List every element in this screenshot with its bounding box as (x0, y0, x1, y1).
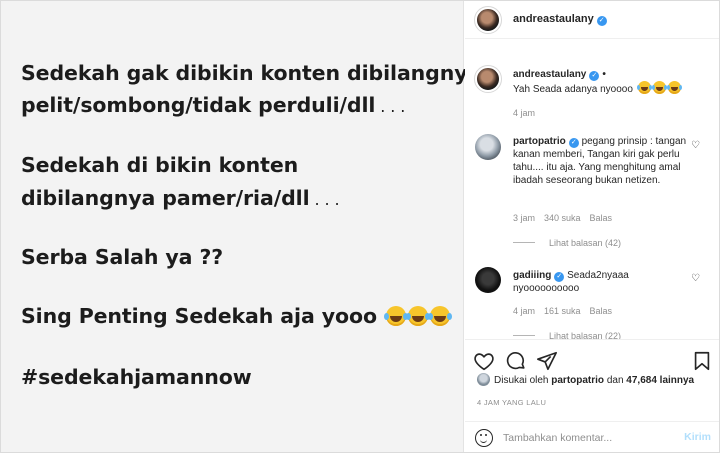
comment-meta: 4 jam 161 suka Balas (513, 306, 621, 316)
laughing-emoji-icon (636, 81, 651, 94)
comment-icon[interactable] (505, 350, 527, 372)
likes-count[interactable]: 47,684 lainnya (626, 375, 694, 386)
commenter-avatar[interactable] (475, 267, 501, 293)
share-icon[interactable] (536, 350, 558, 372)
view-replies-button[interactable]: Lihat balasan (22) (513, 331, 621, 339)
liker-username[interactable]: partopatrio (551, 375, 604, 386)
comment-body: partopatrio ✓ pegang prinsip : tangan kan… (513, 135, 693, 187)
post-image: Sedekah gak dibikin konten dibilangnya p… (1, 1, 481, 452)
reply-button[interactable]: Balas (590, 306, 613, 316)
reply-button[interactable]: Balas (590, 213, 613, 223)
comment-likes[interactable]: 340 suka (544, 213, 581, 223)
author-avatar[interactable] (474, 6, 502, 34)
comment-input[interactable] (503, 430, 673, 446)
post-text-line-1: Sedekah gak dibikin konten dibilangnya (21, 61, 482, 85)
post-text-line-6: Sing Penting Sedekah aja yooo (21, 304, 450, 328)
post-sidebar: andreastaulany ✓ andreastaulany ✓ • Yah Sea… (465, 1, 719, 452)
laughing-emoji-icon (666, 81, 681, 94)
caption-text: Yah Seada adanya nyoooo (513, 84, 633, 95)
laughing-emoji-icon (406, 306, 428, 326)
caption-time: 4 jam (513, 108, 536, 118)
laughing-emoji-icon (384, 306, 406, 326)
verified-badge-icon: ✓ (596, 16, 607, 26)
comment-like-heart-icon[interactable]: ♡ (691, 140, 700, 151)
comment-meta: 3 jam 340 suka Balas (513, 213, 621, 223)
caption: andreastaulany ✓ • Yah Seada adanya nyoooo (513, 68, 703, 96)
bookmark-icon[interactable] (691, 350, 713, 372)
caption-username[interactable]: andreastaulany (513, 69, 586, 80)
comment-likes[interactable]: 161 suka (544, 306, 581, 316)
liker-avatar (477, 373, 490, 386)
commenter-username[interactable]: partopatrio (513, 136, 566, 147)
verified-badge-icon: ✓ (568, 138, 579, 148)
post-hashtag: #sedekahjamannow (21, 365, 252, 389)
likes-summary: Disukai oleh partopatrio dan 47,684 lain… (477, 373, 694, 386)
post-comment-button[interactable]: Kirim (684, 431, 711, 443)
comment-body: gadiiing ✓ Seada2nyaaa nyoooooooooo (513, 269, 693, 295)
comment-time: 3 jam (513, 213, 536, 223)
laughing-emoji-icon (428, 306, 450, 326)
verified-badge-icon: ✓ (554, 272, 565, 282)
comments-section[interactable]: andreastaulany ✓ • Yah Seada adanya nyoooo… (465, 39, 719, 339)
comment-like-heart-icon[interactable]: ♡ (691, 273, 700, 284)
commenter-avatar[interactable] (475, 134, 501, 160)
caption-avatar[interactable] (474, 65, 502, 93)
heart-icon[interactable] (473, 350, 495, 372)
commenter-username[interactable]: gadiiing (513, 270, 551, 281)
post-text-line-2: pelit/sombong/tidak perduli/dll . . . (21, 93, 406, 117)
replies-divider (513, 335, 535, 336)
emoji-icon[interactable] (475, 429, 493, 447)
view-replies-button[interactable]: Lihat balasan (42) (513, 238, 621, 248)
comment-composer: Kirim (465, 421, 719, 452)
replies-divider (513, 242, 535, 243)
post-text-line-5: Serba Salah ya ?? (21, 245, 224, 269)
post-header: andreastaulany ✓ (465, 1, 719, 39)
laughing-emoji-icon (651, 81, 666, 94)
verified-badge-icon: ✓ (589, 71, 600, 81)
post-text-line-3: Sedekah di bikin konten (21, 153, 299, 177)
post-text-line-4: dibilangnya pamer/ria/dll . . . (21, 186, 340, 210)
author-username[interactable]: andreastaulany ✓ (513, 13, 607, 26)
post-timestamp[interactable]: 4 JAM YANG LALU (477, 398, 546, 407)
comment-time: 4 jam (513, 306, 536, 316)
